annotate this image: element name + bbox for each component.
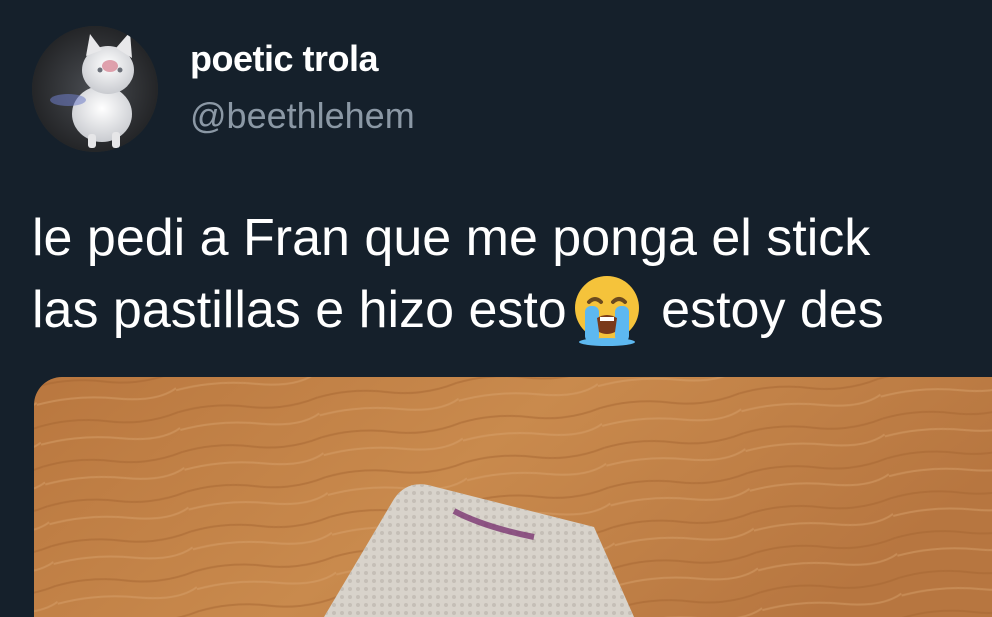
tweet-text: le pedi a Fran que me ponga el stick las… — [32, 202, 992, 346]
tweet-text-line-2-start: las pastillas e hizo esto — [32, 281, 567, 339]
loudly-crying-face-icon — [567, 274, 647, 346]
display-name[interactable]: poetic trola — [190, 38, 379, 80]
kitten-avatar-icon — [32, 26, 158, 152]
user-handle[interactable]: @beethlehem — [190, 95, 415, 137]
pill-blister-pack-photo — [34, 377, 992, 617]
tweet-media-photo[interactable] — [34, 377, 992, 617]
tweet-text-line-2: las pastillas e hizo esto estoy des — [32, 274, 992, 346]
tweet-text-line-1: le pedi a Fran que me ponga el stick — [32, 209, 871, 267]
avatar[interactable] — [32, 26, 158, 152]
tweet-text-line-2-end: estoy des — [646, 281, 884, 339]
